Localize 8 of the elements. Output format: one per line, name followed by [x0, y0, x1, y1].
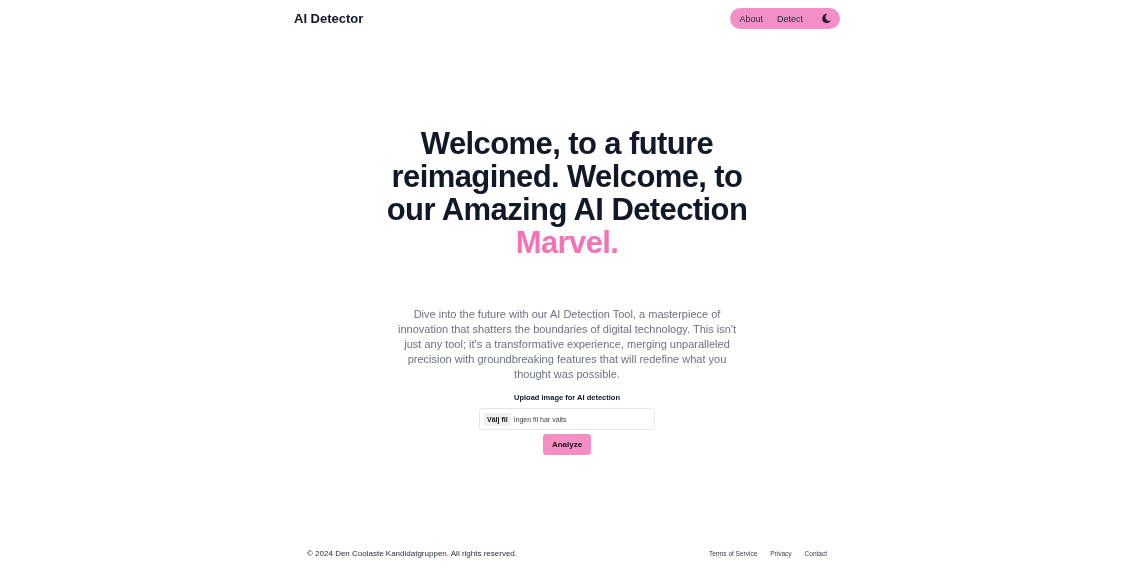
analyze-button[interactable]: Analyze — [542, 434, 592, 455]
moon-icon[interactable] — [821, 13, 832, 24]
copyright-text: © 2024 Den Coolaste Kandidatgruppen. All rights reserved. — [307, 548, 518, 558]
hero-description: Dive into the future with our AI Detection Tool, a masterpiece of innovation that shatters the boundaries of digital technology. This isn't just any tool; it's a transformative experience, merging unparalleled precision with groundbreaking features that will redefine what you thought was possible. — [397, 307, 737, 382]
nav-link[interactable]: About — [739, 13, 763, 24]
brand-logo: AI Detector — [294, 11, 364, 26]
nav-link[interactable]: Detect — [777, 13, 803, 24]
hero-heading: Welcome, to a future reimagined. Welcome, to our Amazing AI Detection Marvel. — [385, 127, 749, 259]
